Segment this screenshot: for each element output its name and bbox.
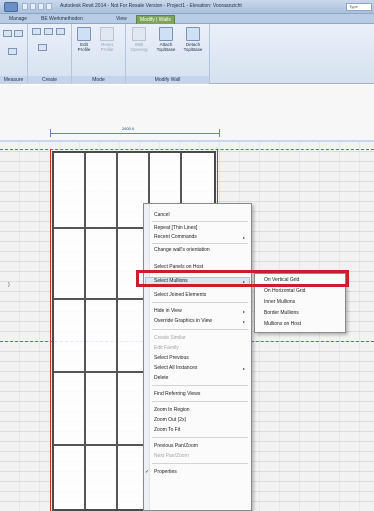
dimension-tick-right [219, 129, 220, 137]
dimension-line[interactable] [50, 133, 220, 134]
menu-separator [152, 401, 248, 402]
submenu-arrow-icon: ▸ [242, 235, 245, 240]
vertical-mullion[interactable] [84, 153, 86, 509]
dimension-value[interactable]: 2600.0 [122, 126, 134, 131]
menu-item-select-panels[interactable]: Select Panels on Host [154, 264, 203, 270]
menu-item-create-similar[interactable]: Create Similar [154, 335, 186, 341]
checkmark-icon: ✓ [145, 469, 150, 475]
component-icon[interactable] [32, 28, 41, 35]
menu-separator [152, 437, 248, 438]
edit-profile-label: Edit Profile [77, 42, 91, 52]
menu-item-hide-in-view[interactable]: Hide in View [154, 308, 182, 314]
dimension-icon[interactable] [14, 30, 23, 37]
menu-item-repeat[interactable]: Repeat [Thin Lines] [154, 225, 197, 231]
menu-item-zoom-in-region[interactable]: Zoom In Region [154, 407, 190, 413]
menu-item-select-joined[interactable]: Select Joined Elements [154, 292, 206, 298]
menu-item-zoom-out[interactable]: Zoom Out (2x) [154, 417, 186, 423]
open-icon[interactable] [22, 3, 28, 10]
context-menu: Cancel Repeat [Thin Lines] Recent Comman… [143, 203, 252, 511]
panel-mode: Edit Profile Reset Profile Mode [72, 24, 126, 84]
context-menu-gutter [144, 204, 150, 510]
submenu-item-border-mullions[interactable]: Border Mullions [264, 310, 299, 316]
menu-separator [152, 463, 248, 464]
quick-access-toolbar [22, 3, 52, 11]
menu-item-cancel[interactable]: Cancel [154, 212, 170, 218]
submenu-arrow-icon: ▸ [242, 279, 245, 284]
menu-item-next-pan-zoom[interactable]: Next Pan/Zoom [154, 453, 189, 459]
menu-separator [152, 221, 248, 222]
menu-item-delete[interactable]: Delete [154, 375, 168, 381]
view-edge-band [0, 140, 374, 142]
redo-icon[interactable] [46, 3, 52, 10]
wall-opening-button[interactable]: Wall Opening [128, 27, 150, 52]
reset-profile-icon [100, 27, 114, 41]
submenu-item-on-horizontal-grid[interactable]: On Horizontal Grid [264, 288, 305, 294]
ribbon-tab-bar: Manage BE Werkmethoden View Modify | Wal… [0, 14, 374, 24]
menu-separator [152, 329, 248, 330]
detach-top-base-icon [186, 27, 200, 41]
panel-label-create: Create [28, 76, 71, 84]
menu-item-change-orientation[interactable]: Change wall's orientation [154, 247, 210, 253]
wall-opening-label: Wall Opening [130, 42, 148, 52]
submenu-item-inner-mullions[interactable]: Inner Mullions [264, 299, 295, 305]
menu-item-recent-commands[interactable]: Recent Commands [154, 234, 197, 240]
submenu-arrow-icon: ▸ [242, 366, 245, 371]
menu-separator [152, 385, 248, 386]
attach-top-base-button[interactable]: Attach Top/Base [154, 27, 178, 52]
create-parts-icon[interactable] [38, 44, 47, 51]
menu-separator [152, 302, 248, 303]
panel-label-modify-wall: Modify Wall [126, 76, 209, 84]
save-icon[interactable] [30, 3, 36, 10]
tab-be-werkmethoden[interactable]: BE Werkmethoden [38, 15, 86, 24]
measure-icon[interactable] [3, 30, 12, 37]
reference-marker: ) [8, 282, 10, 288]
ribbon-panel-area: Measure Create Edit Profile Reset Profil… [0, 24, 374, 84]
reset-profile-label: Reset Profile [100, 42, 114, 52]
window-title: Autodesk Revit 2014 - Not For Resale Ver… [60, 3, 242, 9]
reset-profile-button[interactable]: Reset Profile [96, 27, 118, 52]
submenu-item-mullions-on-host[interactable]: Mullions on Host [264, 321, 301, 327]
panel-create: Create [28, 24, 72, 84]
canvas-background-top [0, 85, 374, 140]
menu-separator [152, 243, 248, 244]
edit-profile-icon [77, 27, 91, 41]
panel-measure: Measure [0, 24, 28, 84]
panel-modify-wall: Wall Opening Attach Top/Base Detach Top/… [126, 24, 210, 84]
search-input[interactable]: Type [346, 3, 372, 11]
tab-view[interactable]: View [113, 15, 130, 24]
attach-top-base-icon [159, 27, 173, 41]
create-group-icon[interactable] [44, 28, 53, 35]
menu-item-select-all-instances[interactable]: Select All Instances [154, 365, 197, 371]
attach-top-base-label: Attach Top/Base [156, 42, 176, 52]
menu-item-properties[interactable]: Properties [154, 469, 177, 475]
panel-label-measure: Measure [0, 76, 27, 84]
menu-item-previous-pan-zoom[interactable]: Previous Pan/Zoom [154, 443, 198, 449]
panel-label-mode: Mode [72, 76, 125, 84]
wall-opening-icon [132, 27, 146, 41]
menu-item-edit-family[interactable]: Edit Family [154, 345, 179, 351]
level-line-top[interactable] [0, 149, 374, 150]
measure-distance-icon[interactable] [8, 48, 17, 55]
menu-item-override-graphics[interactable]: Override Graphics in View [154, 318, 212, 324]
mullions-submenu: On Vertical Grid On Horizontal Grid Inne… [254, 273, 346, 333]
edit-profile-button[interactable]: Edit Profile [74, 27, 94, 52]
revit-app-icon[interactable] [4, 2, 18, 12]
submenu-arrow-icon: ▸ [242, 309, 245, 314]
detach-top-base-label: Detach Top/Base [183, 42, 203, 52]
detach-top-base-button[interactable]: Detach Top/Base [181, 27, 205, 52]
submenu-arrow-icon: ▸ [242, 319, 245, 324]
undo-icon[interactable] [38, 3, 44, 10]
create-similar-icon[interactable] [56, 28, 65, 35]
dimension-tick-left [50, 129, 51, 137]
menu-item-select-previous[interactable]: Select Previous [154, 355, 189, 361]
tab-manage[interactable]: Manage [6, 15, 30, 24]
title-bar: Autodesk Revit 2014 - Not For Resale Ver… [0, 0, 374, 14]
menu-item-zoom-to-fit[interactable]: Zoom To Fit [154, 427, 180, 433]
menu-item-find-referring-views[interactable]: Find Referring Views [154, 391, 200, 397]
tab-modify-walls[interactable]: Modify | Walls [136, 15, 175, 24]
submenu-item-on-vertical-grid[interactable]: On Vertical Grid [264, 277, 299, 283]
vertical-mullion[interactable] [116, 153, 118, 509]
menu-item-select-mullions[interactable]: Select Mullions [154, 278, 188, 284]
selection-edge-left [50, 149, 51, 511]
